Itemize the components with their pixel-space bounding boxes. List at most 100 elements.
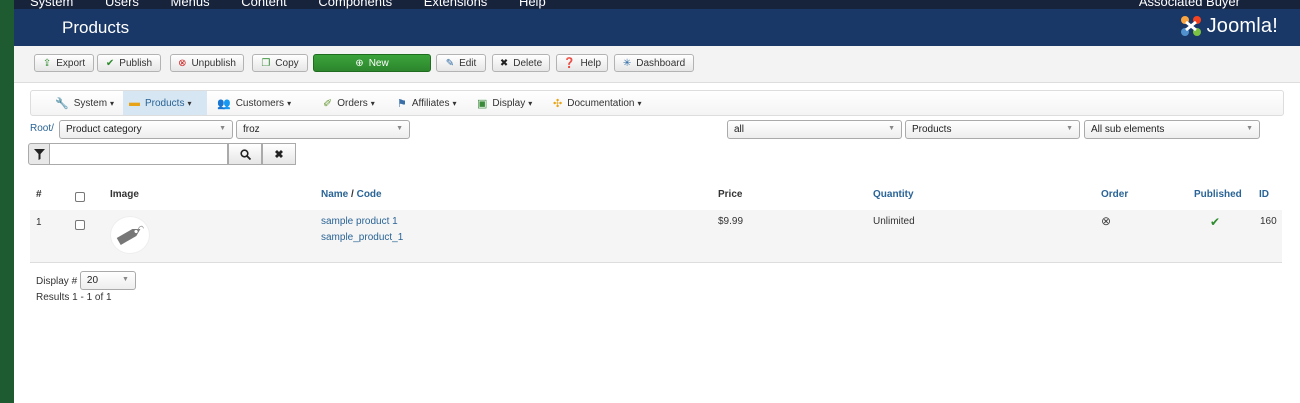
admin-menu-item-help[interactable]: Help bbox=[519, 0, 546, 9]
display-limit-select[interactable]: 20 ▼ bbox=[79, 271, 136, 290]
column-header-number: # bbox=[36, 189, 42, 200]
copy-button[interactable]: ❐ Copy bbox=[252, 54, 308, 72]
table-row bbox=[30, 210, 1282, 263]
chevron-down-icon: ▼ bbox=[121, 276, 129, 283]
menu-item-documentation[interactable]: ✣ Documentation ▾ bbox=[547, 91, 648, 115]
menu-item-customers[interactable]: 👥 Customers ▾ bbox=[211, 91, 297, 115]
category-root-link[interactable]: Root/ bbox=[30, 123, 54, 134]
close-icon: ✖ bbox=[274, 148, 284, 161]
column-header-price: Price bbox=[718, 189, 743, 200]
admin-window: System Users Menus Content Components Ex… bbox=[14, 0, 1300, 403]
publish-button-label: Publish bbox=[119, 57, 153, 69]
new-button-label: New bbox=[368, 57, 389, 69]
product-name-link[interactable]: sample product 1 bbox=[321, 216, 398, 227]
box-icon: ▬ bbox=[129, 97, 140, 109]
edit-icon: ✎ bbox=[445, 57, 455, 69]
x-icon: ✖ bbox=[499, 57, 509, 69]
search-button[interactable] bbox=[228, 143, 262, 165]
help-button[interactable]: ❓ Help bbox=[556, 54, 608, 72]
dashboard-button-label: Dashboard bbox=[636, 57, 686, 69]
dashboard-button[interactable]: ✳ Dashboard bbox=[614, 54, 694, 72]
chevron-down-icon: ▾ bbox=[110, 98, 115, 108]
publish-button[interactable]: ✔ Publish bbox=[97, 54, 161, 72]
published-check-icon[interactable]: ✔ bbox=[1210, 215, 1220, 229]
category-select-value: Product category bbox=[66, 124, 142, 135]
type-filter-select[interactable]: Products ▼ bbox=[905, 120, 1080, 139]
check-icon: ✔ bbox=[105, 57, 115, 69]
column-header-quantity[interactable]: Quantity bbox=[873, 189, 914, 200]
joomla-logo-text: Joomla! bbox=[1206, 14, 1278, 37]
subcategory-select-value: froz bbox=[243, 124, 260, 135]
select-all-checkbox[interactable] bbox=[75, 192, 85, 202]
menu-item-products-label: Products bbox=[145, 97, 185, 109]
menu-item-orders[interactable]: ✐ Orders ▾ bbox=[317, 91, 381, 115]
export-button-label: Export bbox=[56, 57, 86, 69]
column-header-separator: / bbox=[348, 189, 357, 200]
menu-item-system-label: System bbox=[73, 97, 108, 109]
admin-menu-bar: System Users Menus Content Components Ex… bbox=[14, 0, 1300, 9]
menu-item-customers-label: Customers bbox=[235, 97, 285, 109]
clear-search-button[interactable]: ✖ bbox=[262, 143, 296, 165]
column-header-name[interactable]: Name bbox=[321, 189, 348, 200]
row-checkbox[interactable] bbox=[75, 220, 85, 230]
admin-menu-item-components[interactable]: Components bbox=[318, 0, 392, 9]
menu-item-documentation-label: Documentation bbox=[567, 97, 635, 109]
chevron-down-icon: ▼ bbox=[1246, 125, 1253, 132]
edit-button-label: Edit bbox=[459, 57, 477, 69]
delete-button-label: Delete bbox=[513, 57, 543, 69]
menu-item-display-label: Display bbox=[492, 97, 526, 109]
menu-item-system[interactable]: 🔧 System ▾ bbox=[49, 91, 120, 115]
chevron-down-icon: ▼ bbox=[1066, 125, 1073, 132]
product-id: 160 bbox=[1260, 216, 1277, 227]
copy-icon: ❐ bbox=[261, 57, 271, 69]
column-header-code[interactable]: Code bbox=[357, 189, 382, 200]
new-button[interactable]: ⊕ New bbox=[313, 54, 431, 72]
unpublish-button[interactable]: ⊗ Unpublish bbox=[170, 54, 244, 72]
results-count: Results 1 - 1 of 1 bbox=[36, 292, 112, 303]
column-header-name-code: Name / Code bbox=[321, 189, 382, 200]
menu-item-display[interactable]: ▣ Display ▾ bbox=[471, 91, 538, 115]
plus-circle-icon: ⊕ bbox=[355, 57, 364, 69]
display-icon: ▣ bbox=[477, 97, 488, 110]
question-icon: ❓ bbox=[562, 57, 576, 69]
column-header-image: Image bbox=[110, 189, 139, 200]
filter-toggle-button[interactable] bbox=[28, 143, 50, 165]
column-header-order[interactable]: Order bbox=[1101, 189, 1128, 200]
admin-menu-item-system[interactable]: System bbox=[30, 0, 73, 9]
delete-button[interactable]: ✖ Delete bbox=[492, 54, 550, 72]
page-title: Products bbox=[62, 18, 130, 37]
menu-item-orders-label: Orders bbox=[337, 97, 368, 109]
component-menu: 🔧 System ▾ ▬ Products ▾ 👥 Customers ▾ ✐ Ord… bbox=[30, 90, 1284, 116]
type-filter-value: Products bbox=[912, 124, 952, 135]
admin-menu-item-content[interactable]: Content bbox=[241, 0, 287, 9]
chevron-down-icon: ▼ bbox=[396, 125, 403, 132]
admin-menu-item-extensions[interactable]: Extensions bbox=[424, 0, 488, 9]
chevron-down-icon: ▾ bbox=[187, 98, 192, 108]
display-limit: Display # 20 ▼ bbox=[36, 271, 136, 291]
column-header-id[interactable]: ID bbox=[1259, 189, 1269, 200]
chevron-down-icon: ▾ bbox=[528, 98, 533, 108]
search-input[interactable] bbox=[50, 143, 228, 165]
search-icon bbox=[239, 148, 251, 160]
row-number: 1 bbox=[36, 217, 42, 228]
category-select[interactable]: Product category ▼ bbox=[59, 120, 233, 139]
order-x-circle-icon[interactable]: ⊗ bbox=[1101, 214, 1111, 228]
subcategory-select[interactable]: froz ▼ bbox=[236, 120, 410, 139]
depth-filter-select[interactable]: All sub elements ▼ bbox=[1084, 120, 1260, 139]
filter-icon bbox=[33, 148, 45, 160]
product-code-link[interactable]: sample_product_1 bbox=[321, 232, 403, 243]
orders-icon: ✐ bbox=[323, 97, 333, 110]
product-quantity: Unlimited bbox=[873, 216, 915, 227]
admin-menu-item-users[interactable]: Users bbox=[105, 0, 139, 9]
x-circle-icon: ⊗ bbox=[178, 57, 187, 69]
publish-filter-select[interactable]: all ▼ bbox=[727, 120, 902, 139]
column-header-published[interactable]: Published bbox=[1194, 189, 1242, 200]
edit-button[interactable]: ✎ Edit bbox=[436, 54, 486, 72]
admin-user-menu[interactable]: Associated Buyer bbox=[1139, 0, 1240, 9]
admin-menu-item-menus[interactable]: Menus bbox=[171, 0, 210, 9]
menu-item-affiliates[interactable]: ⚑ Affiliates ▾ bbox=[391, 91, 463, 115]
product-thumbnail[interactable] bbox=[110, 216, 150, 254]
export-button[interactable]: ⇪ Export bbox=[34, 54, 94, 72]
joomla-logo: Joomla! bbox=[1178, 12, 1278, 40]
menu-item-products[interactable]: ▬ Products ▾ bbox=[123, 91, 207, 115]
